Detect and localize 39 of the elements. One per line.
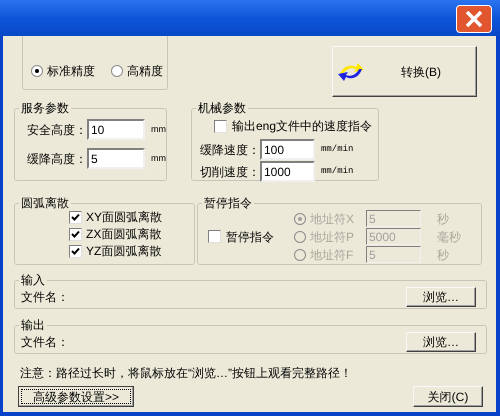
input-field[interactable]: 1000 — [260, 161, 315, 182]
checkbox-label: 暂停指令 — [226, 228, 274, 246]
group-title: 暂停指令 — [203, 196, 253, 210]
convert-button[interactable]: 转换(B) — [332, 46, 477, 97]
note-text: 注意：路径过长时，将鼠标放在“浏览…”按钮上观看完整路径！ — [20, 365, 353, 380]
field-label: 安全高度： — [26, 122, 87, 138]
field-label: 缓降高度： — [26, 150, 87, 168]
option-label: 地址符F — [310, 248, 354, 262]
unit-label: 毫秒 — [437, 230, 461, 244]
group-title: 输入 — [20, 273, 46, 287]
group-title: 机械参数 — [197, 101, 247, 115]
checkbox-label: XY面圆弧离散 — [86, 210, 162, 225]
checkbox-label: 输出eng文件中的速度指令 — [232, 118, 372, 135]
browse-button[interactable]: 浏览… — [406, 332, 476, 352]
unit-label: mm — [151, 122, 166, 136]
group-title: 输出 — [20, 318, 46, 332]
unit-label: mm/min — [321, 164, 354, 178]
unit-label: mm — [151, 152, 166, 165]
input-field[interactable]: 10 — [87, 119, 145, 140]
field-label: 切削速度： — [200, 164, 260, 180]
checkbox-label: ZX面圆弧离散 — [86, 227, 162, 242]
option-label: 地址符P — [310, 230, 356, 244]
push-button[interactable]: 关闭(C) — [413, 386, 483, 407]
group-title: 圆弧离散 — [20, 196, 70, 210]
unit-label: 秒 — [437, 212, 449, 226]
group-title: 服务参数 — [20, 101, 70, 115]
field-label: 缓降速度： — [200, 142, 260, 158]
unit-label: mm/min — [321, 142, 354, 156]
unit-label: 秒 — [437, 248, 449, 262]
option-label: 地址符X — [310, 212, 356, 226]
advanced-settings-button[interactable]: 高级参数设置>> — [18, 386, 134, 407]
browse-button[interactable]: 浏览… — [406, 287, 476, 307]
checkbox-label: YZ面圆弧离散 — [86, 244, 162, 259]
input-field[interactable]: 100 — [260, 139, 315, 160]
field-label: 文件名： — [21, 289, 69, 306]
option-label: 标准精度 — [47, 63, 95, 80]
input-field[interactable]: 5 — [87, 148, 145, 169]
option-label: 高精度 — [127, 63, 163, 80]
field-label: 文件名： — [21, 334, 69, 351]
